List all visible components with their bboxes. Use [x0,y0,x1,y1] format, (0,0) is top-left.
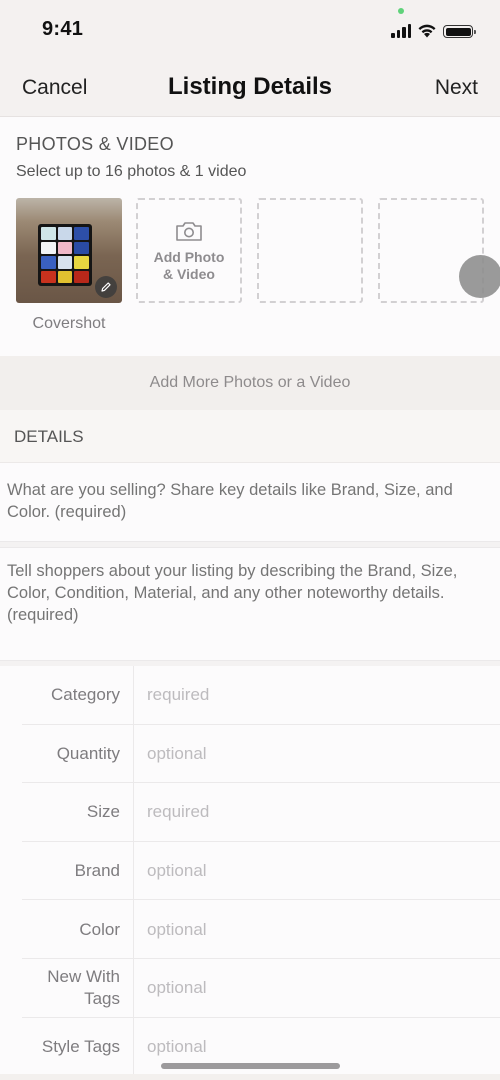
attribute-row-new-with-tags[interactable]: New With Tags optional [0,958,500,1018]
attribute-value[interactable]: required [147,685,209,705]
attribute-label: Category [51,685,120,705]
status-bar: 9:41 [0,0,500,58]
bottom-strip [0,1074,500,1080]
empty-photo-slot[interactable] [257,198,363,303]
add-more-photos-button[interactable]: Add More Photos or a Video [0,356,500,410]
touch-indicator [459,255,500,298]
attribute-value[interactable]: optional [147,861,207,881]
privacy-indicator-dot [398,8,404,14]
rubiks-cube-image [38,224,92,286]
listing-title-input[interactable] [7,479,490,523]
attribute-label: Style Tags [41,1036,120,1056]
attribute-label: New With Tags [47,967,120,1009]
covershot-label: Covershot [32,315,106,332]
attribute-row-quantity[interactable]: Quantity optional [0,724,500,784]
attribute-label: Color [79,919,120,939]
status-icons [391,22,476,38]
photos-subtitle: Select up to 16 photos & 1 video [16,163,247,180]
pencil-icon [101,282,111,292]
attribute-label: Brand [74,861,120,881]
attribute-label: Size [86,802,120,822]
attribute-label: Quantity [56,743,120,763]
camera-icon [176,221,202,241]
attribute-row-size[interactable]: Size required [0,783,500,842]
next-button[interactable]: Next [435,76,478,100]
listing-title-field[interactable] [0,463,500,542]
listing-description-field[interactable] [0,547,500,661]
battery-icon [443,25,476,38]
attribute-row-category[interactable]: Category required [0,666,500,725]
edit-cover-button[interactable] [95,276,117,298]
details-header: DETAILS [0,410,500,463]
status-time: 9:41 [42,18,84,40]
cellular-signal-icon [391,24,411,38]
page-title: Listing Details [167,73,333,100]
details-heading: DETAILS [14,427,84,446]
attribute-value[interactable]: optional [147,1037,207,1057]
attribute-row-brand[interactable]: Brand optional [0,841,500,901]
cover-photo[interactable] [16,198,122,303]
attribute-value[interactable]: optional [147,978,207,998]
navigation-bar: Cancel Listing Details Next [0,58,500,117]
home-indicator[interactable] [161,1063,340,1069]
photos-section: PHOTOS & VIDEO Select up to 16 photos & … [0,118,500,356]
attribute-value[interactable]: optional [147,744,207,764]
attributes-table: Category required Quantity optional Size… [0,666,500,1077]
attribute-value[interactable]: required [147,802,209,822]
add-photo-video-button[interactable]: Add Photo & Video [136,198,242,303]
listing-description-input[interactable] [7,560,490,648]
attribute-row-color[interactable]: Color optional [0,900,500,959]
wifi-icon [418,24,436,38]
add-photo-label: Add Photo & Video [153,248,225,282]
photos-heading: PHOTOS & VIDEO [16,134,174,154]
attribute-value[interactable]: optional [147,920,207,940]
